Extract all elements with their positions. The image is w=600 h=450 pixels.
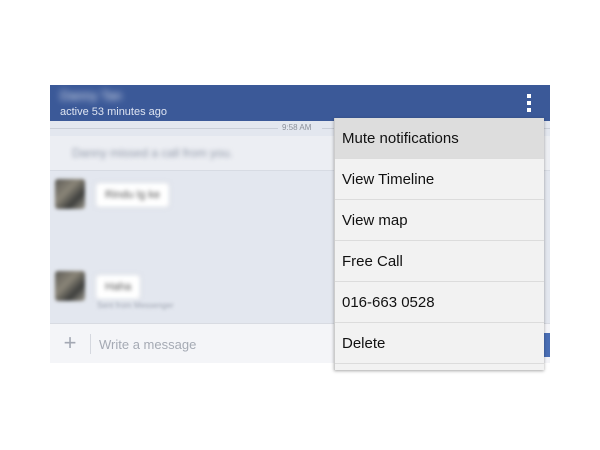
avatar[interactable]	[55, 271, 85, 301]
menu-item-view-timeline[interactable]: View Timeline	[335, 159, 544, 200]
message-meta: Sent from Messenger	[97, 301, 174, 310]
overflow-dot	[527, 108, 531, 112]
chat-header: Danny Tan active 53 minutes ago	[50, 85, 550, 121]
menu-item-delete[interactable]: Delete	[335, 323, 544, 364]
avatar[interactable]	[55, 179, 85, 209]
overflow-dot	[527, 94, 531, 98]
active-status: active 53 minutes ago	[60, 106, 168, 118]
time-label: 9:58 AM	[282, 123, 312, 132]
send-button[interactable]	[543, 333, 550, 357]
overflow-dot	[527, 101, 531, 105]
contact-name[interactable]: Danny Tan	[60, 88, 122, 103]
menu-item-free-call[interactable]: Free Call	[335, 241, 544, 282]
menu-item-mute-notifications[interactable]: Mute notifications	[335, 118, 544, 159]
menu-item-phone-number[interactable]: 016-663 0528	[335, 282, 544, 323]
message-bubble[interactable]: Haha	[95, 274, 142, 300]
message-bubble[interactable]: Rindu lg ke	[95, 182, 171, 208]
message-input[interactable]	[99, 334, 329, 354]
divider-line	[50, 128, 278, 129]
composer-divider	[90, 334, 91, 354]
menu-item-view-map[interactable]: View map	[335, 200, 544, 241]
missed-call-text: Danny missed a call from you.	[72, 146, 233, 160]
overflow-menu: Mute notifications View Timeline View ma…	[334, 118, 544, 370]
overflow-menu-icon[interactable]	[524, 94, 534, 112]
plus-icon[interactable]: +	[62, 332, 78, 354]
